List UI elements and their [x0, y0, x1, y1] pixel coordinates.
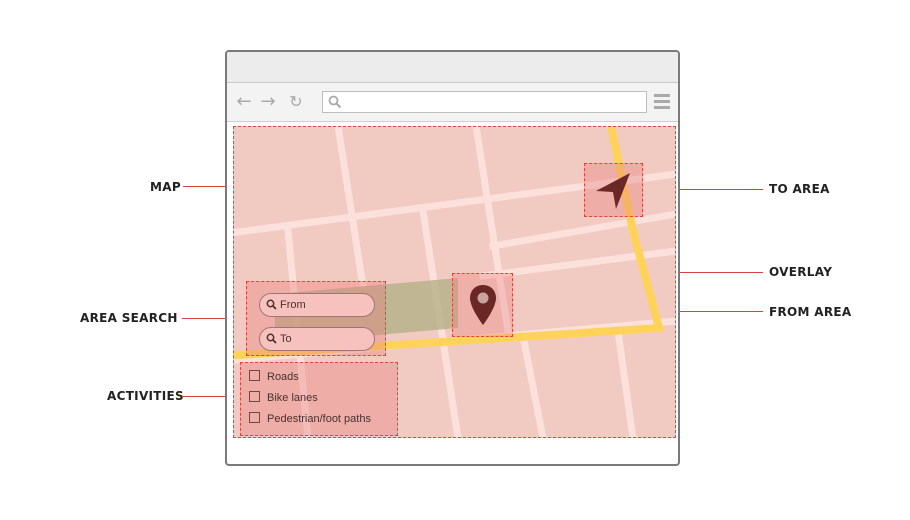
hamburger-icon[interactable]	[654, 94, 670, 109]
from-area-box	[452, 273, 513, 337]
arrow-left-icon[interactable]: ←	[235, 93, 253, 111]
map-pin-icon[interactable]	[468, 284, 498, 326]
activity-label: Bike lanes	[267, 392, 318, 404]
address-bar[interactable]	[322, 91, 647, 113]
search-icon	[328, 95, 342, 109]
activity-pedestrian-paths[interactable]: Pedestrian/foot paths	[249, 412, 371, 425]
activity-label: Pedestrian/foot paths	[267, 413, 371, 425]
browser-title-bar	[227, 52, 678, 83]
map-callout-label: MAP	[150, 180, 181, 194]
arrow-right-icon[interactable]: →	[259, 93, 277, 111]
search-icon	[266, 299, 277, 310]
from-search-placeholder: From	[280, 299, 306, 311]
to-search-input[interactable]: To	[259, 327, 375, 351]
activities-box: Roads Bike lanes Pedestrian/foot paths	[240, 362, 398, 436]
activity-roads[interactable]: Roads	[249, 370, 299, 383]
bike-lanes-checkbox[interactable]	[249, 391, 260, 402]
overlay-callout-label: OVERLAY	[769, 265, 833, 279]
search-icon	[266, 333, 277, 344]
browser-toolbar: ← → ↻	[227, 83, 678, 122]
to-search-placeholder: To	[280, 333, 292, 345]
browser-window: ← → ↻ From To Roads Bike lanes Pedestria…	[225, 50, 680, 466]
area-search-box: From To	[246, 281, 386, 356]
reload-icon[interactable]: ↻	[287, 93, 305, 111]
navigation-arrow-icon[interactable]	[593, 170, 633, 210]
pedestrian-paths-checkbox[interactable]	[249, 412, 260, 423]
from-area-callout-label: FROM AREA	[769, 305, 852, 319]
from-search-input[interactable]: From	[259, 293, 375, 317]
activities-callout-label: ACTIVITIES	[107, 389, 184, 403]
roads-checkbox[interactable]	[249, 370, 260, 381]
activity-label: Roads	[267, 371, 299, 383]
to-area-box	[584, 163, 643, 217]
to-area-callout-label: TO AREA	[769, 182, 830, 196]
activity-bike-lanes[interactable]: Bike lanes	[249, 391, 318, 404]
map-view[interactable]: From To Roads Bike lanes Pedestrian/foot…	[233, 126, 676, 438]
area-search-callout-label: AREA SEARCH	[80, 311, 178, 325]
